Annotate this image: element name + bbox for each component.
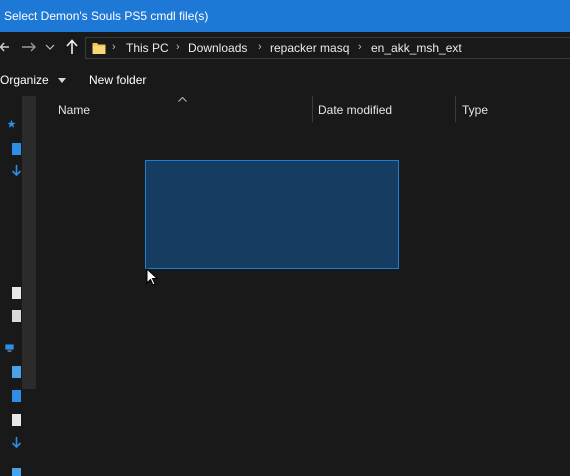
breadcrumb-repacker-masq[interactable]: repacker masq (270, 41, 349, 55)
address-bar[interactable]: › This PC › Downloads › repacker masq › … (85, 37, 570, 59)
column-type-header[interactable]: Type (462, 103, 488, 117)
downloads-icon[interactable] (12, 165, 21, 177)
organize-label: Organize (0, 73, 49, 87)
new-folder-button[interactable]: New folder (89, 73, 146, 87)
column-divider[interactable] (455, 96, 456, 122)
chevron-down-icon (45, 44, 55, 50)
path-separator-icon: › (358, 41, 362, 53)
documents-folder-icon[interactable] (12, 414, 21, 426)
documents-icon[interactable] (12, 287, 21, 299)
mouse-pointer-icon (146, 268, 158, 286)
dropdown-arrow-icon (58, 78, 67, 84)
pictures-icon[interactable] (12, 310, 21, 322)
column-headers: Name Date modified Type (36, 96, 570, 123)
breadcrumb-en-akk-msh-ext[interactable]: en_akk_msh_ext (371, 41, 462, 55)
desktop-folder-icon[interactable] (12, 390, 21, 402)
forward-arrow-icon (22, 42, 36, 52)
breadcrumb-this-pc[interactable]: This PC (126, 41, 169, 55)
back-arrow-icon (0, 42, 9, 52)
desktop-icon[interactable] (12, 143, 21, 155)
path-separator-icon: › (176, 41, 180, 53)
back-button[interactable] (0, 37, 10, 57)
navigation-bar: › This PC › Downloads › repacker masq › … (0, 32, 570, 63)
recent-locations-button[interactable] (44, 37, 56, 57)
breadcrumb-downloads[interactable]: Downloads (188, 41, 247, 55)
downloads-folder-icon[interactable] (12, 437, 21, 449)
column-divider[interactable] (312, 96, 313, 122)
objects-3d-icon[interactable] (12, 366, 21, 378)
selection-rectangle (145, 160, 399, 269)
column-name-header[interactable]: Name (58, 103, 90, 117)
forward-button[interactable] (20, 37, 38, 57)
music-icon[interactable] (12, 468, 21, 476)
path-separator-icon: › (112, 41, 116, 53)
up-arrow-icon (66, 39, 78, 54)
quick-access-star-icon[interactable] (7, 118, 16, 130)
command-toolbar: Organize New folder (0, 63, 570, 96)
this-pc-icon[interactable] (5, 342, 14, 354)
organize-button[interactable]: Organize (0, 73, 67, 87)
column-date-modified-header[interactable]: Date modified (318, 103, 392, 117)
path-separator-icon: › (258, 41, 262, 53)
sort-ascending-icon (178, 97, 187, 102)
up-button[interactable] (64, 37, 80, 57)
title-bar: Select Demon's Souls PS5 cmdl file(s) (0, 0, 570, 32)
folder-icon (92, 43, 106, 54)
navigation-pane-scrollbar[interactable] (22, 96, 36, 389)
window-title: Select Demon's Souls PS5 cmdl file(s) (4, 9, 209, 23)
